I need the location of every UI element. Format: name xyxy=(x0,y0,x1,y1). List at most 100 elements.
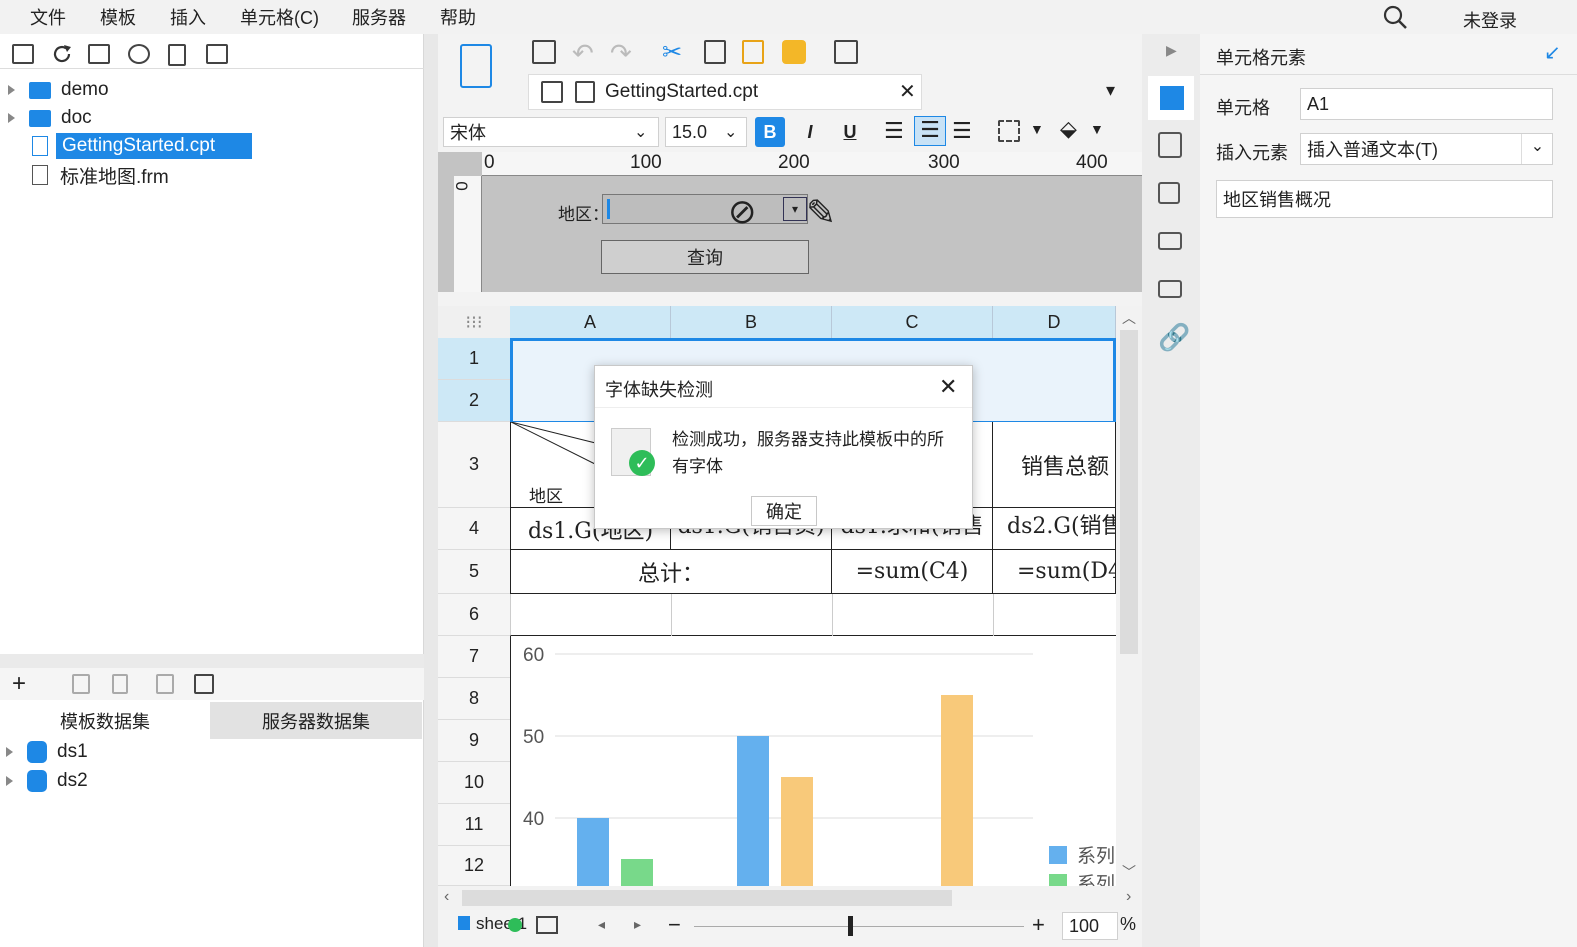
align-right-icon[interactable]: ☰ xyxy=(952,118,972,144)
server-dataset-icon[interactable] xyxy=(194,674,214,694)
hyperlink-icon[interactable]: 🔗 xyxy=(1158,322,1190,353)
italic-button[interactable]: I xyxy=(796,117,824,147)
row-6-cells[interactable] xyxy=(510,594,1116,636)
settings-icon[interactable] xyxy=(128,44,150,64)
pin-icon[interactable]: ↙ xyxy=(1544,40,1561,65)
insert-element-select[interactable]: 插入普通文本(T) ⌄ xyxy=(1300,133,1553,165)
paste-icon[interactable] xyxy=(742,40,764,64)
tab-menu-icon[interactable]: ▾ xyxy=(1106,80,1115,101)
cell-element-tab[interactable] xyxy=(1148,76,1194,120)
vertical-scrollbar[interactable]: ︿ ﹀ xyxy=(1116,306,1142,886)
bar[interactable] xyxy=(781,777,813,886)
cell-c5[interactable]: =sum(C4) xyxy=(832,550,993,594)
expand-icon[interactable] xyxy=(6,776,13,786)
menu-template[interactable]: 模板 xyxy=(100,4,136,30)
dataset-item-ds1[interactable]: ds1 xyxy=(6,738,88,766)
scroll-thumb[interactable] xyxy=(462,890,952,906)
align-center-icon[interactable]: ☰ xyxy=(914,116,946,146)
hidden-eye-icon[interactable]: ⊘ xyxy=(728,192,757,232)
add-sheet-icon[interactable] xyxy=(508,918,522,932)
zoom-slider-thumb[interactable] xyxy=(848,916,853,936)
row-header-6[interactable]: 6 xyxy=(438,594,510,636)
widget-settings-icon[interactable] xyxy=(1158,232,1182,250)
chevron-down-icon[interactable]: ▼ xyxy=(1030,121,1044,137)
cell-attribute-icon[interactable] xyxy=(1158,132,1182,158)
refresh-icon[interactable] xyxy=(50,42,74,66)
next-sheet-icon[interactable]: ▸ xyxy=(634,916,641,933)
cell-d4[interactable]: ds2.G(销售渠道) xyxy=(993,508,1116,550)
query-button[interactable]: 查询 xyxy=(601,240,809,274)
select-all-corner[interactable]: ⁝⁝⁝ xyxy=(438,306,510,338)
chevron-down-icon[interactable]: ⌄ xyxy=(1521,134,1553,164)
cell-a5-merged[interactable]: 总计： xyxy=(510,550,832,594)
insert-text-icon[interactable] xyxy=(834,40,858,64)
copy-icon[interactable] xyxy=(704,40,726,64)
collapse-arrow-icon[interactable]: ▶ xyxy=(1166,42,1177,59)
bar[interactable] xyxy=(737,736,769,886)
column-header-a[interactable]: A xyxy=(510,306,671,338)
bold-button[interactable]: B xyxy=(755,117,785,147)
row-header-8[interactable]: 8 xyxy=(438,678,510,720)
tab-template-datasets[interactable]: 模板数据集 xyxy=(0,702,210,739)
bar-chart[interactable]: 30405060系列系列 xyxy=(510,636,1116,886)
row-header-1[interactable]: 1 xyxy=(438,338,510,380)
dataset-item-ds2[interactable]: ds2 xyxy=(6,767,88,795)
underline-button[interactable]: U xyxy=(836,117,864,147)
tab-server-datasets[interactable]: 服务器数据集 xyxy=(210,702,422,739)
expand-icon[interactable] xyxy=(8,85,15,95)
row-header-7[interactable]: 7 xyxy=(438,636,510,678)
expand-icon[interactable] xyxy=(8,113,15,123)
ok-button[interactable]: 确定 xyxy=(751,496,817,526)
row-header-11[interactable]: 11 xyxy=(438,804,510,846)
cell-content-input[interactable]: 地区销售概况 xyxy=(1216,180,1553,218)
zoom-in-icon[interactable]: + xyxy=(1032,912,1045,938)
row-header-4[interactable]: 4 xyxy=(438,508,510,550)
prev-sheet-icon[interactable]: ◂ xyxy=(598,916,605,933)
font-family-select[interactable]: 宋体 ⌄ xyxy=(443,117,659,147)
preview-icon[interactable] xyxy=(460,44,492,88)
align-left-icon[interactable]: ☰ xyxy=(884,118,904,144)
scroll-right-icon[interactable]: › xyxy=(1126,888,1131,906)
scroll-left-icon[interactable]: ‹ xyxy=(444,888,449,906)
float-element-icon[interactable] xyxy=(1158,182,1180,204)
zoom-slider-track[interactable] xyxy=(694,926,1024,927)
row-header-2[interactable]: 2 xyxy=(438,380,510,422)
dropdown-arrow-icon[interactable]: ▾ xyxy=(783,197,807,221)
menu-server[interactable]: 服务器 xyxy=(352,4,406,30)
font-size-select[interactable]: 15.0 ⌄ xyxy=(665,117,747,147)
expand-icon[interactable] xyxy=(6,747,13,757)
cell-d5[interactable]: =sum(D4 xyxy=(993,550,1116,594)
tree-item-map[interactable]: 标准地图.frm xyxy=(32,161,169,189)
column-header-b[interactable]: B xyxy=(671,306,832,338)
row-header-10[interactable]: 10 xyxy=(438,762,510,804)
scroll-up-icon[interactable]: ︿ xyxy=(1122,308,1136,328)
bar[interactable] xyxy=(941,695,973,886)
close-icon[interactable]: ✕ xyxy=(899,79,916,104)
region-combobox[interactable]: ▾ xyxy=(602,194,808,224)
tree-item-doc[interactable]: doc xyxy=(8,104,92,132)
cell-name-input[interactable]: A1 xyxy=(1300,88,1553,120)
login-status[interactable]: 未登录 xyxy=(1463,7,1517,33)
add-icon[interactable]: + xyxy=(12,670,26,698)
scroll-down-icon[interactable]: ﹀ xyxy=(1122,862,1136,882)
column-header-c[interactable]: C xyxy=(832,306,993,338)
open-template-icon[interactable] xyxy=(88,44,110,64)
panel-splitter[interactable] xyxy=(0,654,424,668)
close-icon[interactable]: ✕ xyxy=(939,374,957,400)
cut-icon[interactable]: ✂ xyxy=(662,38,682,67)
menu-help[interactable]: 帮助 xyxy=(440,4,476,30)
tree-item-demo[interactable]: demo xyxy=(8,76,109,104)
fill-color-icon[interactable]: ⬙ xyxy=(1060,116,1077,142)
scroll-thumb[interactable] xyxy=(1120,330,1138,654)
format-painter-icon[interactable] xyxy=(782,40,806,64)
condition-attribute-icon[interactable] xyxy=(1158,280,1182,298)
horizontal-scrollbar[interactable]: ‹ › xyxy=(438,886,1142,910)
zoom-out-icon[interactable]: − xyxy=(668,912,681,938)
add-report-sheet-icon[interactable] xyxy=(536,916,558,934)
copy-icon[interactable] xyxy=(206,44,228,64)
new-folder-icon[interactable] xyxy=(12,44,34,64)
chevron-down-icon[interactable]: ▼ xyxy=(1090,121,1104,137)
row-header-3[interactable]: 3 xyxy=(438,422,510,508)
bar[interactable] xyxy=(621,859,653,886)
tree-item-gettingstarted[interactable]: GettingStarted.cpt xyxy=(32,132,252,160)
